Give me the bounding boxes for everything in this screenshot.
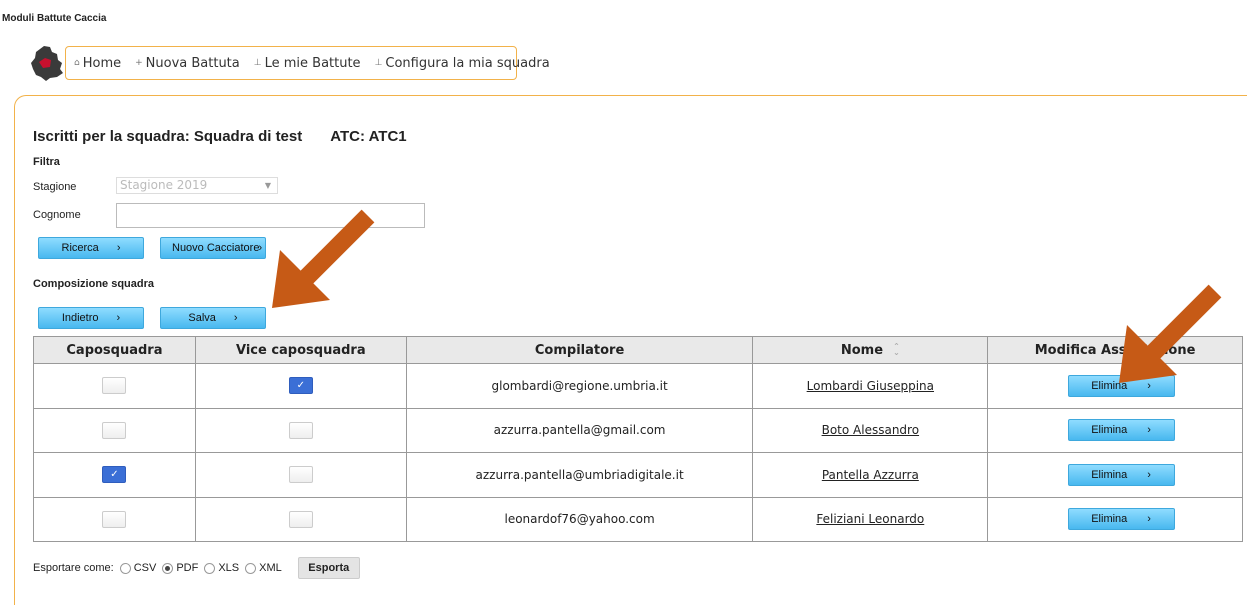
surname-label: Cognome — [33, 209, 81, 221]
table-row: ✓ glombardi@regione.umbria.it Lombardi Giu… — [33, 363, 1243, 409]
table-row: leonardof76@yahoo.com Feliziani Leonardo E… — [33, 496, 1243, 542]
search-button[interactable]: Ricerca › — [38, 237, 144, 259]
composition-section-label: Composizione squadra — [33, 278, 155, 290]
season-select[interactable]: Stagione 2019 ▼ — [116, 177, 278, 194]
vice-caposquadra-checkbox[interactable] — [288, 510, 313, 528]
delete-button[interactable]: Elimina › — [1067, 463, 1175, 486]
chevron-right-icon: › — [116, 242, 121, 254]
team-title: Iscritti per la squadra: Squadra di test — [33, 128, 303, 145]
chevron-right-icon: › — [1147, 424, 1151, 437]
chevron-right-icon: › — [1147, 468, 1151, 481]
radio-xls[interactable] — [204, 562, 216, 574]
member-name-link[interactable]: Boto Alessandro — [822, 423, 919, 437]
caposquadra-checkbox[interactable] — [102, 377, 127, 395]
vice-caposquadra-checkbox[interactable] — [288, 466, 313, 484]
export-button[interactable]: Esporta — [297, 557, 360, 579]
nav-home[interactable]: ⌂ Home — [74, 56, 121, 71]
col-nome[interactable]: Nome ⌃ ⌄ — [752, 336, 989, 364]
compilatore-cell: azzurra.pantella@gmail.com — [405, 407, 754, 453]
plus-icon: + — [135, 58, 143, 68]
main-nav: ⌂ Home + Nuova Battuta ⊥ Le mie Battute ⊥ Co… — [65, 46, 550, 80]
member-name-link[interactable]: Pantella Azzurra — [822, 468, 919, 482]
home-icon: ⌂ — [74, 58, 80, 68]
region-logo — [31, 46, 63, 81]
table-row: ✓ azzurra.pantella@umbriadigitale.it Pante… — [33, 452, 1243, 498]
chevron-right-icon: › — [1147, 513, 1151, 526]
member-name-link[interactable]: Feliziani Leonardo — [816, 512, 924, 526]
vice-caposquadra-checkbox[interactable]: ✓ — [288, 377, 313, 395]
annotation-arrow-icon — [272, 209, 375, 308]
delete-button[interactable]: Elimina › — [1067, 508, 1175, 531]
chevron-right-icon: › — [116, 312, 121, 324]
col-caposquadra: Caposquadra — [33, 336, 196, 364]
pin-icon: ⊥ — [253, 58, 262, 68]
back-button[interactable]: Indietro › — [38, 307, 144, 329]
app-title: Moduli Battute Caccia — [2, 13, 107, 24]
col-vice-caposquadra: Vice caposquadra — [194, 336, 407, 364]
chevron-right-icon: › — [233, 312, 238, 324]
annotation-arrow-icon — [1119, 284, 1222, 383]
nav-le-mie-battute[interactable]: ⊥ Le mie Battute — [254, 56, 361, 71]
chevron-down-icon: ▼ — [264, 181, 271, 190]
col-compilatore: Compilatore — [405, 336, 754, 364]
save-button[interactable]: Salva › — [160, 307, 266, 329]
filter-section-label: Filtra — [33, 156, 60, 168]
pin-icon: ⊥ — [374, 58, 383, 68]
page-title: Iscritti per la squadra: Squadra di test… — [33, 128, 407, 145]
new-hunter-button[interactable]: Nuovo Cacciatore › — [160, 237, 266, 259]
radio-xml[interactable] — [245, 562, 257, 574]
table-header-row: Caposquadra Vice caposquadra Compilatore… — [33, 336, 1243, 364]
caposquadra-checkbox[interactable]: ✓ — [102, 466, 127, 484]
atc-label: ATC: ATC1 — [330, 128, 407, 145]
vice-caposquadra-checkbox[interactable] — [288, 421, 313, 439]
table-row: azzurra.pantella@gmail.com Boto Alessandr… — [33, 407, 1243, 453]
export-bar: Esportare come: CSV PDF XLS XML Esporta — [33, 557, 360, 579]
export-label: Esportare come: — [33, 562, 114, 574]
compilatore-cell: leonardof76@yahoo.com — [405, 496, 754, 542]
chevron-right-icon: › — [258, 242, 263, 254]
radio-pdf[interactable] — [162, 562, 174, 574]
sort-icon[interactable]: ⌃ ⌄ — [893, 343, 900, 357]
members-table: Caposquadra Vice caposquadra Compilatore… — [33, 336, 1243, 542]
member-name-link[interactable]: Lombardi Giuseppina — [807, 379, 934, 393]
nav-nuova-battuta[interactable]: + Nuova Battuta — [135, 56, 240, 71]
season-label: Stagione — [33, 181, 77, 193]
radio-csv[interactable] — [119, 562, 131, 574]
nav-configura-squadra[interactable]: ⊥ Configura la mia squadra — [375, 56, 550, 71]
compilatore-cell: glombardi@regione.umbria.it — [405, 363, 754, 409]
delete-button[interactable]: Elimina › — [1067, 419, 1175, 442]
caposquadra-checkbox[interactable] — [102, 510, 127, 528]
caposquadra-checkbox[interactable] — [102, 421, 127, 439]
compilatore-cell: azzurra.pantella@umbriadigitale.it — [405, 452, 754, 498]
